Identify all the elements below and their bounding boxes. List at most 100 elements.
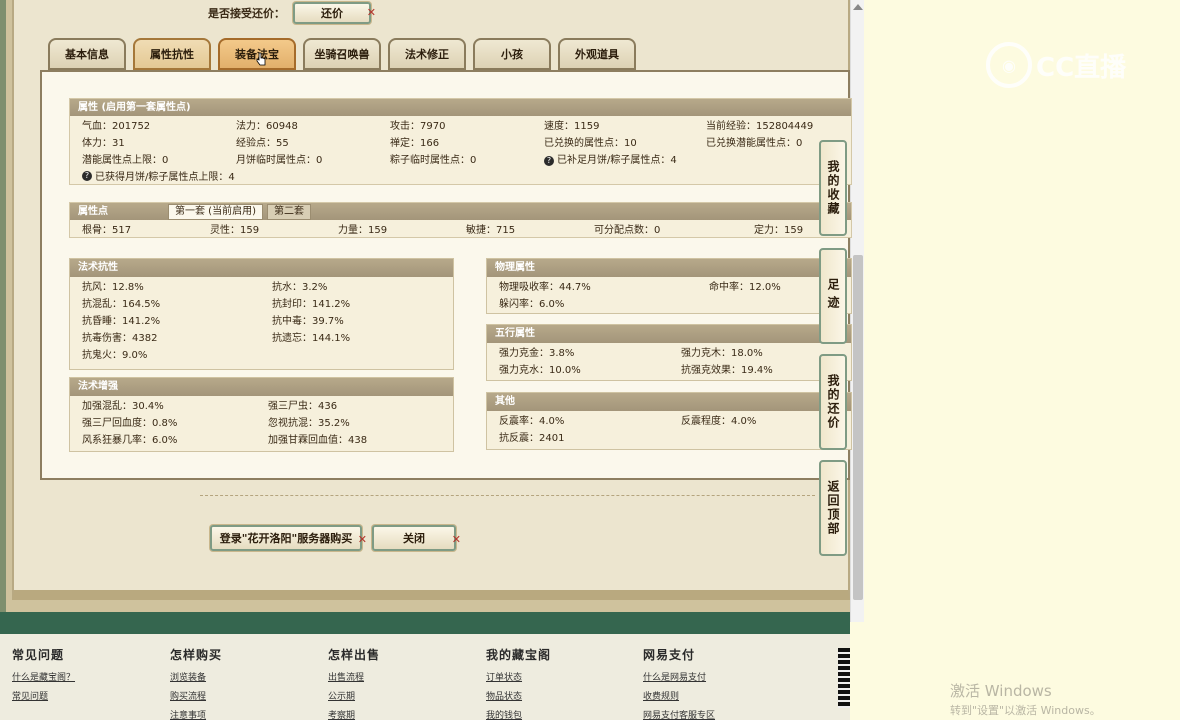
attr-speed: 速度：1159 xyxy=(544,121,600,132)
spell-resist-title: 法术抗性 xyxy=(70,259,453,277)
tab-attributes-resistance[interactable]: 属性抗性 xyxy=(133,38,211,70)
element-row: 强力克金：3.8% 强力克木：18.0% xyxy=(487,343,851,360)
login-server-buy-button[interactable]: 登录"花开洛阳"服务器购买 ✕ xyxy=(210,525,367,551)
footer-link[interactable]: 浏览装备 xyxy=(170,669,222,688)
spell-enhance-section: 法术增强 加强混乱：30.4% 强三尸虫：436 强三尸回血度：0.8% 忽视抗混：… xyxy=(69,377,454,452)
attr-exchanged-points: 已兑换的属性点：10 xyxy=(544,138,637,149)
point-spirit: 灵性：159 xyxy=(210,225,260,236)
element-counter: 抗强克效果：19.4% xyxy=(681,365,773,376)
resist-poison: 抗中毒：39.7% xyxy=(272,316,344,327)
footer-col-title: 怎样出售 xyxy=(328,648,381,662)
attr-mp: 法力：60948 xyxy=(236,121,298,132)
attributes-row: 气血：201752 法力：60948 攻击：7970 速度：1159 当前经验：… xyxy=(70,116,851,133)
attr-note: 已获得月饼/粽子属性点上限：4 xyxy=(95,172,235,183)
element-water: 强力克水：10.0% xyxy=(499,365,581,376)
side-nav-footprint[interactable]: 足迹 xyxy=(819,248,847,344)
footer-link[interactable]: 常见问题 xyxy=(12,688,75,707)
points-section: 属性点 第一套 (当前启用) 第二套 根骨：517 灵性：159 力量：159 敏… xyxy=(69,202,852,238)
footer-col-title: 常见问题 xyxy=(12,648,65,662)
spell-enhance-title: 法术增强 xyxy=(70,378,453,396)
counter-resist: 抗反震：2401 xyxy=(499,433,565,444)
attr-mooncake-points: 月饼临时属性点：0 xyxy=(236,155,323,166)
login-button-label: 登录"花开洛阳"服务器购买 xyxy=(219,532,353,545)
tab-mount-pets[interactable]: 坐骑召唤兽 xyxy=(303,38,381,70)
tab-bar: 基本信息 属性抗性 装备法宝 坐骑召唤兽 法术修正 小孩 外观道具 xyxy=(48,38,636,70)
enhance-corpse-heal: 强三尸回血度：0.8% xyxy=(82,418,178,429)
question-icon[interactable]: ? xyxy=(82,170,92,181)
footer-link[interactable]: 购买流程 xyxy=(170,688,222,707)
footer-link[interactable]: 订单状态 xyxy=(486,669,551,688)
bargain-button[interactable]: 还价 ✕ xyxy=(293,2,376,24)
vertical-scrollbar[interactable] xyxy=(850,0,864,622)
resist-row: 抗昏睡：141.2% 抗中毒：39.7% xyxy=(70,311,453,328)
attr-attack: 攻击：7970 xyxy=(390,121,446,132)
footer-link[interactable]: 什么是藏宝阁？ xyxy=(12,669,75,688)
subtab-first-set[interactable]: 第一套 (当前启用) xyxy=(168,204,263,220)
scroll-thumb[interactable] xyxy=(853,255,863,600)
side-nav-back-to-top[interactable]: 返回顶部 xyxy=(819,460,847,556)
enhance-corpse-worm: 强三尸虫：436 xyxy=(268,401,338,412)
subtab-second-set[interactable]: 第二套 xyxy=(266,204,311,220)
enhance-row: 风系狂暴几率：6.0% 加强甘霖回血值：438 xyxy=(70,430,453,447)
footer-link[interactable]: 网易支付客服专区 xyxy=(643,707,715,720)
tab-spell-correction[interactable]: 法术修正 xyxy=(388,38,466,70)
hand-cursor-icon xyxy=(256,52,266,66)
enhance-row: 强三尸回血度：0.8% 忽视抗混：35.2% xyxy=(70,413,453,430)
others-section: 其他 反震率：4.0% 反震程度：4.0% 抗反震：2401 xyxy=(486,392,852,450)
point-constitution: 根骨：517 xyxy=(82,225,132,236)
footer-link[interactable]: 收费规则 xyxy=(643,688,715,707)
dashed-divider xyxy=(200,495,815,496)
footer-link[interactable]: 公示期 xyxy=(328,688,380,707)
physical-row: 躲闪率：6.0% xyxy=(487,294,851,311)
close-x-icon: ✕ xyxy=(357,533,367,546)
points-header: 属性点 第一套 (当前启用) 第二套 xyxy=(70,203,851,220)
side-nav-label: 足迹 xyxy=(826,278,840,314)
resist-seal: 抗封印：141.2% xyxy=(272,299,351,310)
footer-link[interactable]: 注意事项 xyxy=(170,707,222,720)
side-nav-label: 我的收藏 xyxy=(826,160,840,216)
bargain-row: 是否接受还价： 还价 ✕ xyxy=(208,2,376,24)
scroll-up-icon[interactable] xyxy=(853,4,863,10)
tab-label: 基本信息 xyxy=(65,48,109,61)
footer-link[interactable]: 考察期 xyxy=(328,707,380,720)
footer: 常见问题 什么是藏宝阁？ 常见问题 怎样购买 浏览装备 购买流程 注意事项 怎样… xyxy=(0,634,850,720)
tab-basic-info[interactable]: 基本信息 xyxy=(48,38,126,70)
tab-label: 坐骑召唤兽 xyxy=(314,48,370,61)
side-nav-favorites[interactable]: 我的收藏 xyxy=(819,140,847,236)
tab-appearance-items[interactable]: 外观道具 xyxy=(558,38,636,70)
cc-logo-text: CC直播 xyxy=(1036,52,1127,83)
footer-link[interactable]: 出售流程 xyxy=(328,669,380,688)
attributes-title: 属性 (启用第一套属性点) xyxy=(70,99,851,116)
enhance-confusion: 加强混乱：30.4% xyxy=(82,401,164,412)
close-button[interactable]: 关闭 ✕ xyxy=(372,525,461,551)
attr-filled-points: ? 已补足月饼/粽子属性点：4 xyxy=(544,151,744,166)
resist-water: 抗水：3.2% xyxy=(272,282,328,293)
attr-potential-cap: 潜能属性点上限：0 xyxy=(82,155,169,166)
footer-col-title: 怎样购买 xyxy=(170,648,223,662)
qr-code-icon xyxy=(838,648,850,708)
question-icon[interactable]: ? xyxy=(544,156,554,166)
others-row: 抗反震：2401 xyxy=(487,428,851,445)
windows-activate-subtitle: 转到"设置"以激活 Windows。 xyxy=(950,704,1101,717)
tab-child[interactable]: 小孩 xyxy=(473,38,551,70)
attribute-panel: 属性 (启用第一套属性点) 气血：201752 法力：60948 攻击：7970… xyxy=(40,70,852,480)
attributes-row: 潜能属性点上限：0 月饼临时属性点：0 粽子临时属性点：0 ? 已补足月饼/粽子属… xyxy=(70,150,851,167)
side-nav-my-bargains[interactable]: 我的还价 xyxy=(819,354,847,450)
side-nav-label: 返回顶部 xyxy=(826,480,840,536)
enhance-row: 加强混乱：30.4% 强三尸虫：436 xyxy=(70,396,453,413)
attr-hp: 气血：201752 xyxy=(82,121,151,132)
attributes-note-row: ? 已获得月饼/粽子属性点上限：4 xyxy=(70,167,851,184)
attr-exp: 当前经验：152804449 xyxy=(706,121,814,132)
footer-link[interactable]: 我的钱包 xyxy=(486,707,551,720)
cc-eye-icon: ◉ xyxy=(986,42,1032,88)
point-concentration: 定力：159 xyxy=(754,225,804,236)
footer-link[interactable]: 什么是网易支付 xyxy=(643,669,715,688)
footer-link[interactable]: 物品状态 xyxy=(486,688,551,707)
tab-label: 属性抗性 xyxy=(150,48,194,61)
resist-row: 抗混乱：164.5% 抗封印：141.2% xyxy=(70,294,453,311)
cc-live-logo: ◉ CC直播 xyxy=(986,42,1126,88)
attr-zongzi-points: 粽子临时属性点：0 xyxy=(390,155,477,166)
point-agility: 敏捷：715 xyxy=(466,225,516,236)
five-elements-section: 五行属性 强力克金：3.8% 强力克木：18.0% 强力克水：10.0% 抗强克效果… xyxy=(486,324,852,381)
resist-row: 抗毒伤害：4382 抗遗忘：144.1% xyxy=(70,328,453,345)
